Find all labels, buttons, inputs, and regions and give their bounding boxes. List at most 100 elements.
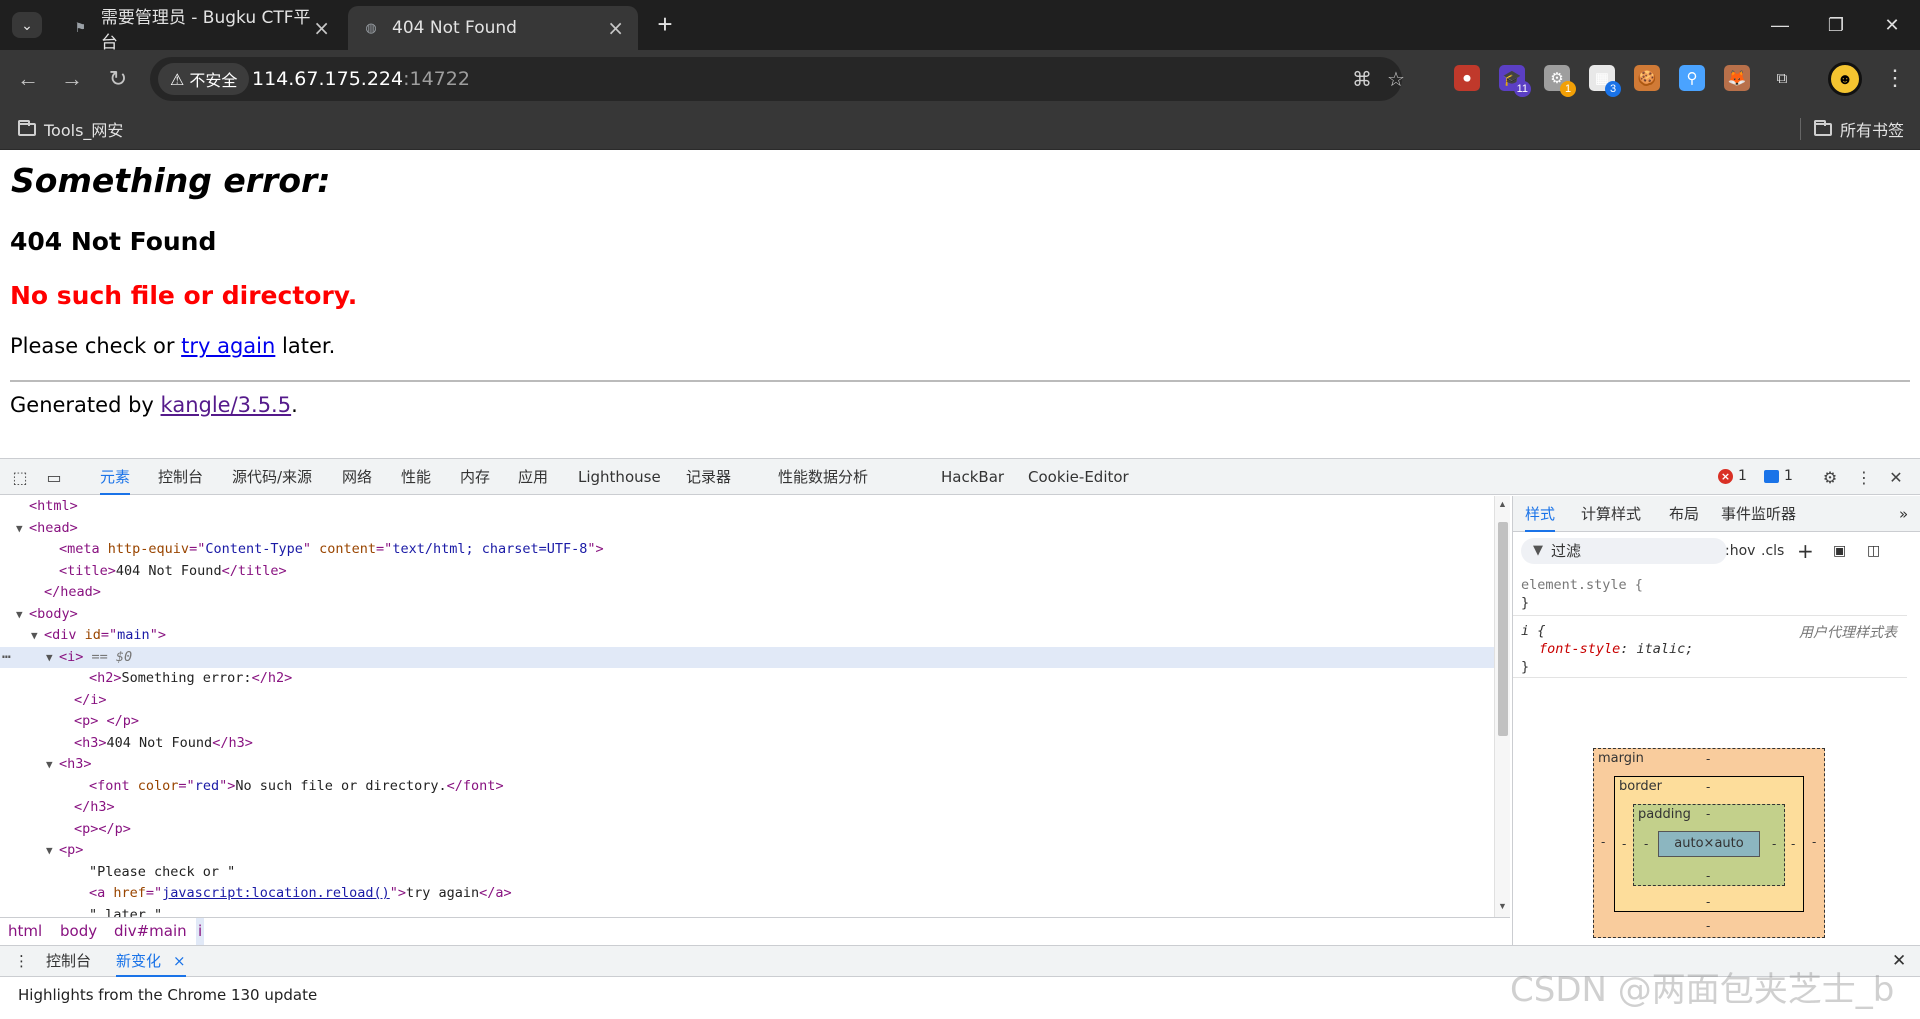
devtools-tab[interactable]: 应用 <box>518 459 548 495</box>
box-model-content[interactable]: auto×auto <box>1658 831 1760 857</box>
href-link[interactable]: javascript:location.reload() <box>162 885 390 901</box>
expand-triangle-icon[interactable]: ▼ <box>16 604 29 625</box>
devtools-tab[interactable]: Lighthouse <box>578 459 661 495</box>
dom-node-row[interactable]: ▼ <h3> <box>0 754 1494 775</box>
bookmark-folder-all[interactable]: 所有书签 <box>1814 108 1904 150</box>
restore-button[interactable]: ❐ <box>1808 0 1864 50</box>
extensions-puzzle-icon[interactable]: ⧉ <box>1769 65 1795 91</box>
fox-extension-icon[interactable]: 🦊 <box>1724 65 1750 91</box>
dom-node-row[interactable]: </i> <box>0 690 1494 711</box>
settings-gear-icon[interactable]: ⚙ <box>1820 467 1840 487</box>
dom-node-row[interactable]: "Please check or " <box>0 862 1494 883</box>
devtools-tab[interactable]: 记录器 <box>686 459 731 495</box>
chrome-menu-button[interactable]: ⋮ <box>1884 65 1906 91</box>
record-extension-icon[interactable]: ⏺ <box>1454 65 1480 91</box>
expand-triangle-icon[interactable]: ▼ <box>46 840 59 861</box>
devtools-menu-icon[interactable]: ⋮ <box>1854 467 1874 487</box>
dom-node-row[interactable]: <a href="javascript:location.reload()">t… <box>0 883 1494 904</box>
devtools-tab[interactable]: 元素 <box>100 459 131 495</box>
bookmark-star-icon[interactable]: ☆ <box>1384 67 1408 91</box>
styles-filter-input[interactable]: ▼ 过滤 <box>1521 538 1727 564</box>
address-bar[interactable]: ⚠ 不安全 114.67.175.224:14722 ⌘ ☆ <box>150 57 1405 101</box>
url-text[interactable]: 114.67.175.224:14722 <box>252 57 470 101</box>
minimize-button[interactable]: — <box>1752 0 1808 50</box>
dom-node-row[interactable]: <h3>404 Not Found</h3> <box>0 733 1494 754</box>
drawer-tab-whats-new[interactable]: 新变化 × <box>116 946 186 977</box>
dom-node-row[interactable]: <font color="red">No such file or direct… <box>0 776 1494 797</box>
styles-tab[interactable]: 布局 <box>1669 496 1699 532</box>
more-tabs-icon[interactable]: » <box>1899 496 1908 532</box>
close-tab-icon[interactable]: × <box>313 16 330 40</box>
tab-404[interactable]: ◍ 404 Not Found × <box>348 6 638 50</box>
close-devtools-icon[interactable]: ✕ <box>1886 467 1906 487</box>
expand-triangle-icon[interactable]: ▼ <box>46 647 59 668</box>
paint-icon[interactable]: ▣ <box>1833 538 1846 564</box>
devtools-tab[interactable]: HackBar <box>941 459 1004 495</box>
back-button[interactable]: ← <box>14 65 42 93</box>
devtools-tab[interactable]: 网络 <box>342 459 372 495</box>
dom-node-row[interactable]: <p></p> <box>0 819 1494 840</box>
more-options-icon[interactable]: ⋯ <box>2 647 10 668</box>
gear-extension-icon[interactable]: ⚙ 1 <box>1544 65 1576 97</box>
scroll-up-icon[interactable]: ▲ <box>1498 499 1507 509</box>
new-rule-icon[interactable]: + <box>1797 538 1814 564</box>
dom-node-row[interactable]: <meta http-equiv="Content-Type" content=… <box>0 539 1494 560</box>
breadcrumb-item[interactable]: i <box>196 918 205 945</box>
dom-node-row[interactable]: </h3> <box>0 797 1494 818</box>
scroll-thumb[interactable] <box>1498 522 1508 736</box>
dom-node-row[interactable]: ▼ <body> <box>0 604 1494 625</box>
drawer-menu-icon[interactable]: ⋮ <box>14 946 29 977</box>
inspect-element-icon[interactable]: ⬚ <box>10 467 30 487</box>
breadcrumb-item[interactable]: body <box>58 918 99 945</box>
dom-node-row[interactable]: <html> <box>0 496 1494 517</box>
breadcrumb-item[interactable]: div#main <box>112 918 189 945</box>
devtools-tab[interactable]: Cookie-Editor <box>1028 459 1129 495</box>
devtools-tab[interactable]: 控制台 <box>158 459 203 495</box>
expand-triangle-icon[interactable]: ▼ <box>16 518 29 539</box>
new-tab-button[interactable]: + <box>652 11 678 38</box>
profile-avatar[interactable]: ☻ <box>1828 62 1862 96</box>
dom-node-row[interactable]: ⋯ ▼ <i> == $0 <box>0 646 1494 668</box>
dom-node-row[interactable]: ▼ <head> <box>0 518 1494 539</box>
bookmark-folder-tools[interactable]: Tools_网安 <box>18 108 123 150</box>
devtools-tab[interactable]: 性能数据分析 <box>778 459 868 495</box>
dom-node-row[interactable]: <h2>Something error:</h2> <box>0 668 1494 689</box>
hat-extension-icon[interactable]: 🎓 11 <box>1499 65 1531 97</box>
drawer-tab-console[interactable]: 控制台 <box>46 946 91 977</box>
devtools-tab[interactable]: 源代码/来源 <box>232 459 312 495</box>
tab-bugku[interactable]: ⚑ 需要管理员 - Bugku CTF平台 × <box>58 6 344 53</box>
kangle-link[interactable]: kangle/3.5.5 <box>161 393 292 417</box>
wappalyzer-extension-icon[interactable]: ▦ 3 <box>1589 65 1621 97</box>
dom-node-row[interactable]: <p> </p> <box>0 711 1494 732</box>
dom-node-row[interactable]: <title>404 Not Found</title> <box>0 561 1494 582</box>
hov-button[interactable]: :hov <box>1725 538 1755 564</box>
scroll-down-icon[interactable]: ▼ <box>1498 901 1507 911</box>
styles-tab[interactable]: 计算样式 <box>1581 496 1641 532</box>
security-chip[interactable]: ⚠ 不安全 <box>158 63 250 95</box>
try-again-link[interactable]: try again <box>181 334 275 358</box>
styles-tab[interactable]: 样式 <box>1525 496 1556 532</box>
cls-button[interactable]: .cls <box>1761 538 1784 564</box>
tab-search-button[interactable]: ⌄ <box>12 12 42 38</box>
dom-node-row[interactable]: " later." <box>0 905 1494 918</box>
reload-button[interactable]: ↻ <box>104 65 132 93</box>
devtools-tab[interactable]: 性能 <box>401 459 431 495</box>
error-counter[interactable]: × 1 <box>1718 468 1747 484</box>
elements-tree[interactable]: <html> ▼ <head> <meta http-equiv="Content-T… <box>0 496 1510 917</box>
message-counter[interactable]: 1 <box>1764 468 1793 484</box>
device-toggle-icon[interactable]: ▭ <box>44 467 64 487</box>
close-tab-icon[interactable]: × <box>607 16 624 40</box>
devtools-tab[interactable]: 内存 <box>460 459 490 495</box>
translate-icon[interactable]: ⌘ <box>1350 67 1374 91</box>
dom-node-row[interactable]: ▼ <div id="main"> <box>0 625 1494 646</box>
styles-tab[interactable]: 事件监听器 <box>1721 496 1796 532</box>
cookie-extension-icon[interactable]: 🍪 <box>1634 65 1660 91</box>
forward-button[interactable]: → <box>58 65 86 93</box>
dom-node-row[interactable]: ▼ <p> <box>0 840 1494 861</box>
pin-extension-icon[interactable]: ⚲ <box>1679 65 1705 91</box>
breadcrumb-item[interactable]: html <box>6 918 44 945</box>
toggle-sidebar-icon[interactable]: ◫ <box>1867 538 1880 564</box>
expand-triangle-icon[interactable]: ▼ <box>46 754 59 775</box>
expand-triangle-icon[interactable]: ▼ <box>31 625 44 646</box>
close-tab-icon[interactable]: × <box>173 952 186 970</box>
